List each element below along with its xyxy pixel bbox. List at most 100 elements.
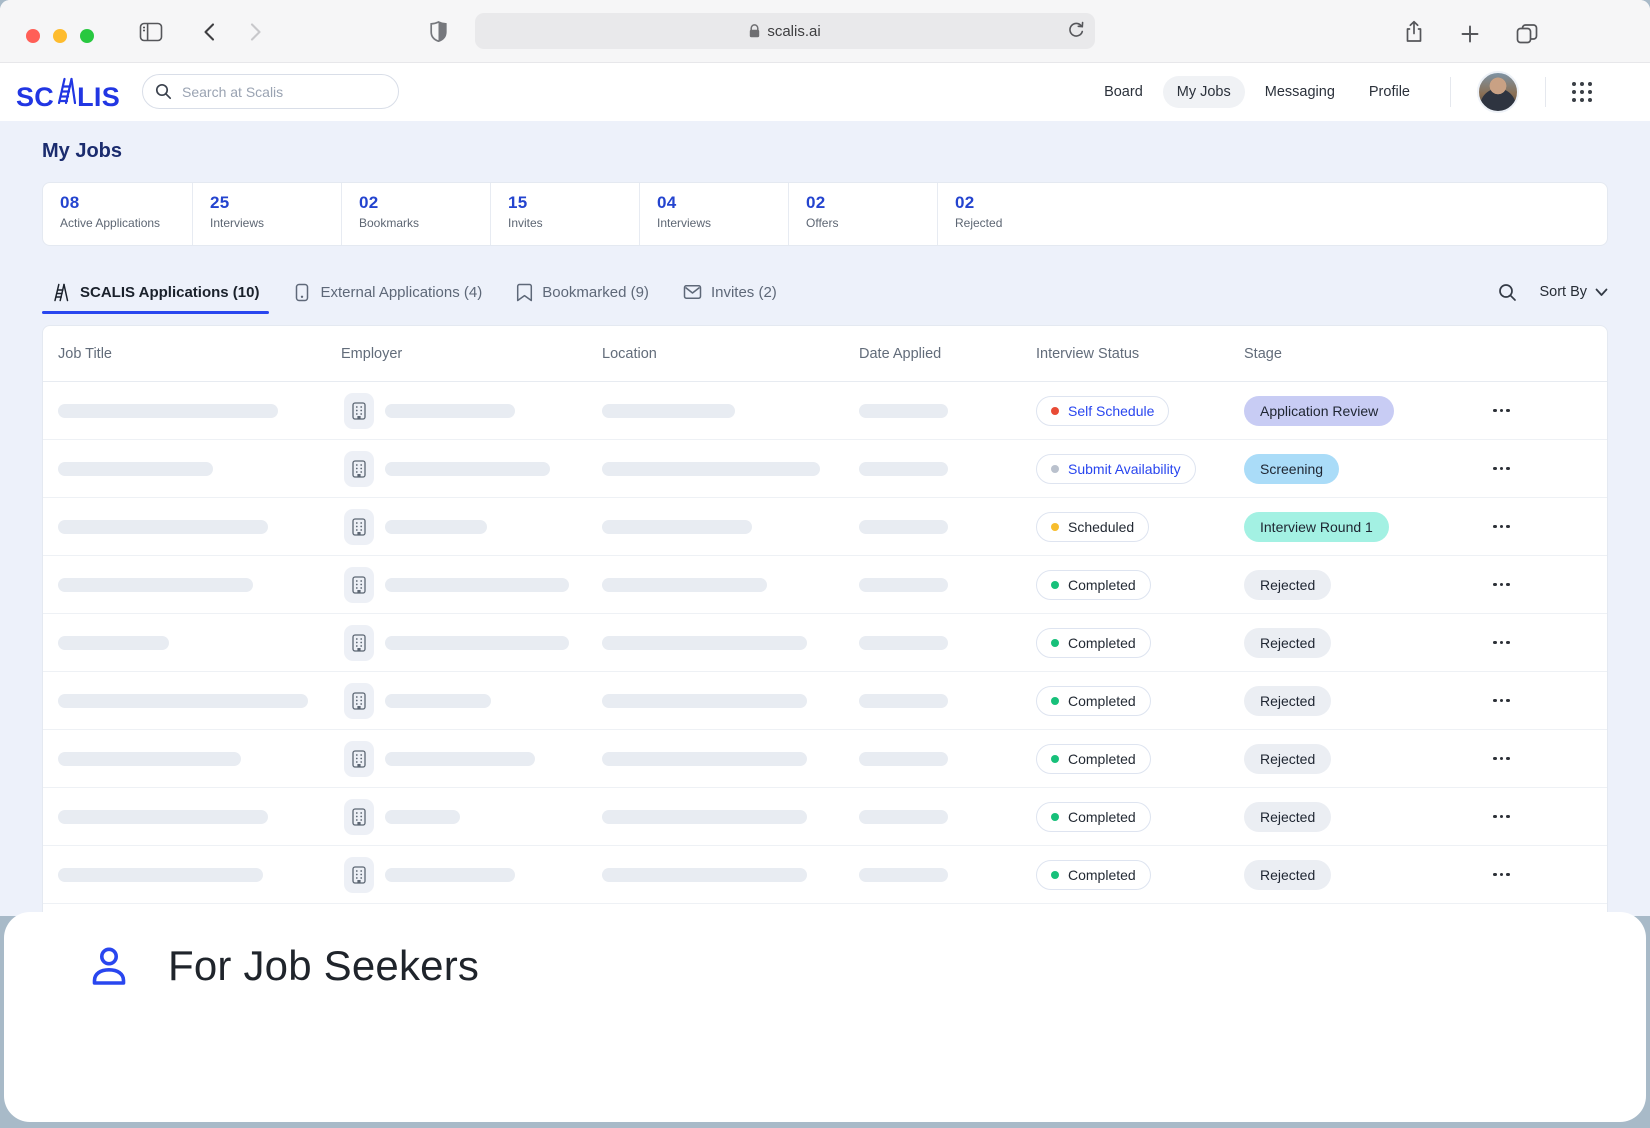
job-title-skeleton [58,694,308,708]
scalis-logo[interactable]: SC LIS [16,77,120,112]
reload-icon[interactable] [1067,20,1085,44]
table-row: Completed Rejected [43,671,1607,729]
building-icon [344,857,374,893]
close-window-button[interactable] [26,29,40,43]
apps-grid-icon[interactable] [1572,82,1592,102]
interview-status-badge[interactable]: Completed [1036,744,1151,774]
nav-item-board[interactable]: Board [1090,76,1157,108]
interview-status-badge[interactable]: Scheduled [1036,512,1149,542]
column-header-interview-status: Interview Status [1036,346,1244,362]
column-header-stage: Stage [1244,346,1491,362]
zoom-window-button[interactable] [80,29,94,43]
tab-scalis-applications-10[interactable]: SCALIS Applications (10) [42,272,269,312]
tab-label: SCALIS Applications (10) [80,284,259,301]
app-header: SC LIS BoardMy JobsMessagingProfile [0,63,1650,121]
bookmark-icon [516,283,533,302]
external-doc-icon [293,283,311,302]
tab-invites-2[interactable]: Invites (2) [673,272,787,312]
nav-item-profile[interactable]: Profile [1355,76,1424,108]
tabs-row: SCALIS Applications (10) External Applica… [42,272,1608,312]
sort-by-label: Sort By [1539,284,1587,300]
stat-value: 02 [806,193,937,213]
header-nav: BoardMy JobsMessagingProfile [1090,63,1592,121]
stage-badge: Screening [1244,454,1339,484]
logo-text-suffix: LIS [77,82,120,112]
interview-status-badge[interactable]: Completed [1036,628,1151,658]
main-content: My Jobs 08Active Applications25Interview… [0,121,1650,916]
row-menu-button[interactable] [1491,751,1512,767]
interview-status-badge[interactable]: Completed [1036,860,1151,890]
table-search-icon[interactable] [1498,283,1517,302]
interview-status-badge[interactable]: Completed [1036,802,1151,832]
new-tab-icon[interactable] [1461,25,1479,43]
row-menu-button[interactable] [1491,461,1512,477]
location-skeleton [602,462,820,476]
stat-value: 25 [210,193,341,213]
date-applied-skeleton [859,520,948,534]
status-dot-icon [1051,639,1059,647]
column-header-job-title: Job Title [58,346,341,362]
location-skeleton [602,520,752,534]
date-applied-skeleton [859,404,948,418]
status-dot-icon [1051,755,1059,763]
stage-badge: Rejected [1244,628,1331,658]
job-title-skeleton [58,462,213,476]
minimize-window-button[interactable] [53,29,67,43]
search-input[interactable] [180,83,386,101]
row-menu-button[interactable] [1491,809,1512,825]
for-job-seekers-card: For Job Seekers [4,912,1646,1122]
stat-value: 04 [657,193,788,213]
privacy-shield-icon[interactable] [430,21,447,42]
job-title-skeleton [58,404,278,418]
status-dot-icon [1051,871,1059,879]
job-title-skeleton [58,520,268,534]
interview-status-badge[interactable]: Completed [1036,686,1151,716]
nav-item-messaging[interactable]: Messaging [1251,76,1349,108]
share-icon[interactable] [1404,20,1424,44]
interview-status-badge[interactable]: Completed [1036,570,1151,600]
status-dot-icon [1051,813,1059,821]
lock-icon [749,24,760,38]
employer-skeleton [385,694,491,708]
table-body: Self Schedule Application Review Submit … [43,382,1607,916]
row-menu-button[interactable] [1491,635,1512,651]
building-icon [344,393,374,429]
stage-badge: Rejected [1244,686,1331,716]
nav-item-my-jobs[interactable]: My Jobs [1163,76,1245,108]
address-bar[interactable]: scalis.ai [475,13,1095,49]
row-menu-button[interactable] [1491,867,1512,883]
logo-text-prefix: SC [16,82,54,112]
row-menu-button[interactable] [1491,403,1512,419]
stage-badge: Rejected [1244,744,1331,774]
row-menu-button[interactable] [1491,693,1512,709]
date-applied-skeleton [859,578,948,592]
location-skeleton [602,578,767,592]
avatar[interactable] [1477,71,1519,113]
table-row: Completed Rejected [43,729,1607,787]
location-skeleton [602,636,807,650]
interview-status-badge[interactable]: Self Schedule [1036,396,1169,426]
divider [1450,77,1451,107]
back-icon[interactable] [202,22,216,42]
tab-external-applications-4[interactable]: External Applications (4) [283,272,492,312]
url-text: scalis.ai [767,23,820,40]
global-search[interactable] [142,74,399,109]
date-applied-skeleton [859,868,948,882]
building-icon [344,451,374,487]
table-row: Submit Availability Screening [43,439,1607,497]
tab-bookmarked-9[interactable]: Bookmarked (9) [506,272,659,312]
interview-status-badge[interactable]: Submit Availability [1036,454,1196,484]
stage-badge: Rejected [1244,802,1331,832]
stat-item: 08Active Applications [43,183,192,245]
sidebar-toggle-icon[interactable] [139,22,163,42]
forward-icon[interactable] [249,22,263,42]
sort-by-button[interactable]: Sort By [1539,284,1608,300]
row-menu-button[interactable] [1491,577,1512,593]
row-menu-button[interactable] [1491,519,1512,535]
building-icon [344,567,374,603]
table-row: Completed Rejected [43,613,1607,671]
applications-table: Job TitleEmployerLocationDate AppliedInt… [42,325,1608,916]
stat-item: 02Bookmarks [341,183,490,245]
envelope-icon [683,284,702,300]
tab-overview-icon[interactable] [1516,23,1538,44]
